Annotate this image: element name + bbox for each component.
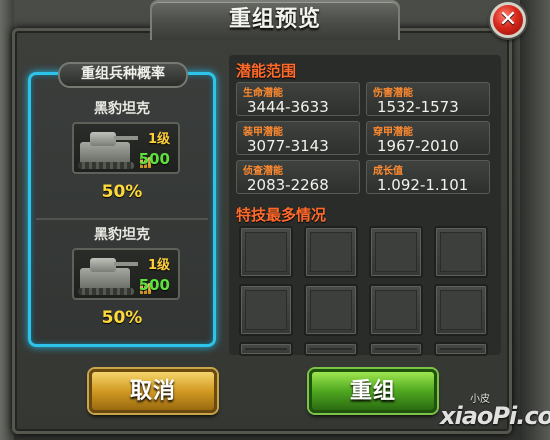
stat-value: 1.092-1.101	[377, 176, 469, 194]
unit-icon-box[interactable]: 1级 500	[72, 248, 180, 300]
skill-slot[interactable]	[239, 284, 293, 336]
cancel-button[interactable]: 取消	[89, 369, 217, 413]
skill-slot[interactable]	[434, 342, 488, 356]
unit-card: 黑豹坦克 1级 500 50%	[38, 96, 206, 214]
stat-label: 侦查潜能	[243, 166, 283, 177]
unit-power: 500	[138, 276, 170, 294]
unit-level: 1级	[147, 132, 170, 147]
stat-value: 2083-2268	[247, 176, 329, 194]
stat-label: 伤害潜能	[373, 88, 413, 99]
stat-value: 3444-3633	[247, 98, 329, 116]
stat-label: 装甲潜能	[243, 127, 283, 138]
unit-level: 1级	[147, 258, 170, 273]
skill-slot[interactable]	[239, 342, 293, 356]
unit-power: 500	[138, 150, 170, 168]
unit-rate: 50%	[101, 308, 143, 328]
tank-turret	[90, 132, 116, 146]
tank-track	[78, 162, 134, 169]
unit-name: 黑豹坦克	[94, 227, 150, 243]
unit-name: 黑豹坦克	[94, 101, 150, 117]
close-icon: ✕	[498, 7, 518, 32]
skill-slot[interactable]	[369, 342, 423, 356]
unit-card: 黑豹坦克 1级 500 50%	[38, 222, 206, 340]
stat-box-armor: 装甲潜能 3077-3143	[236, 121, 360, 155]
watermark-logo-text: xiaoPi.com	[440, 402, 550, 430]
tank-gun	[114, 262, 138, 266]
stat-box-scout: 侦查潜能 2083-2268	[236, 160, 360, 194]
close-button[interactable]: ✕	[490, 2, 526, 38]
skills-max-title: 特技最多情况	[236, 206, 327, 224]
skill-slot[interactable]	[304, 342, 358, 356]
stat-box-damage: 伤害潜能 1532-1573	[366, 82, 490, 116]
stat-value: 3077-3143	[247, 137, 329, 155]
stat-label: 穿甲潜能	[373, 127, 413, 138]
unit-divider	[36, 218, 208, 220]
unit-probability-header: 重组兵种概率	[81, 66, 165, 82]
backdrop-right-edge	[520, 0, 550, 440]
potential-range-title: 潜能范围	[236, 62, 297, 80]
stat-box-pierce: 穿甲潜能 1967-2010	[366, 121, 490, 155]
tank-turret	[90, 258, 116, 272]
stat-box-growth: 成长值 1.092-1.101	[366, 160, 490, 194]
skill-slot[interactable]	[369, 226, 423, 278]
skill-slot[interactable]	[239, 226, 293, 278]
skill-slot[interactable]	[304, 284, 358, 336]
regroup-button[interactable]: 重组	[309, 369, 437, 413]
stat-box-hp: 生命潜能 3444-3633	[236, 82, 360, 116]
stat-label: 成长值	[373, 166, 403, 177]
stat-label: 生命潜能	[243, 88, 283, 99]
skill-slot[interactable]	[434, 284, 488, 336]
unit-rate: 50%	[101, 182, 143, 202]
unit-icon-box[interactable]: 1级 500	[72, 122, 180, 174]
dialog-title: 重组预览	[228, 7, 321, 32]
stat-value: 1967-2010	[377, 137, 459, 155]
skill-slot[interactable]	[369, 284, 423, 336]
tank-gun	[114, 136, 138, 140]
skill-slot[interactable]	[304, 226, 358, 278]
site-watermark: 小皮 xiaoPi.com	[440, 394, 550, 436]
tank-track	[78, 288, 134, 295]
skill-slot[interactable]	[434, 226, 488, 278]
stat-value: 1532-1573	[377, 98, 459, 116]
